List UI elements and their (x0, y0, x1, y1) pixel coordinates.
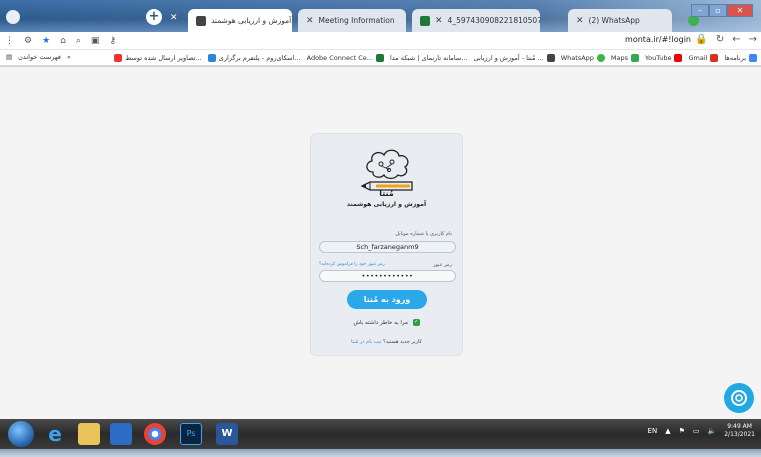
tab-title: 4_5974309082218105075.pdf (447, 16, 540, 25)
start-button[interactable] (8, 421, 34, 447)
bookmark-maps[interactable]: Maps (611, 53, 640, 62)
bookmark-favicon-icon (546, 53, 555, 62)
apps-grid-icon (749, 53, 757, 62)
window-controls: – ▫ ✕ (691, 4, 753, 17)
tab-pdf[interactable]: ✕ 4_5974309082218105075.pdf (412, 9, 540, 32)
clock[interactable]: 9:49 AM 2/13/2021 (724, 423, 755, 439)
register-prompt: کاربر جدید هستید؟ ثبت نام در مُنتا (311, 339, 462, 345)
register-text: کاربر جدید هستید؟ (383, 339, 422, 345)
tab-whatsapp[interactable]: ✕ (2) WhatsApp (568, 9, 672, 32)
tab-title: مُنتا - آموزش و ارزیابی هوشمند (211, 16, 292, 25)
bookmark-item[interactable]: سامانه تارنمای | شبکه مدا... (390, 54, 468, 62)
bookmark-apps[interactable]: برنامه‌ها (724, 53, 757, 62)
bookmark-favicon-icon (114, 53, 123, 62)
maximize-button[interactable]: ▫ (709, 4, 727, 17)
username-field[interactable]: Sch_farzaneganm9 (319, 241, 456, 253)
word-icon[interactable]: W (216, 423, 238, 445)
star-icon[interactable]: ★ (42, 36, 50, 46)
explorer-icon[interactable] (78, 423, 100, 445)
bookmark-item[interactable]: مُنتا - آموزش و ارزیابی ... (474, 53, 555, 62)
bookmark-gmail[interactable]: Gmail (688, 53, 719, 62)
key-icon[interactable]: ⚷ (109, 36, 116, 46)
flag-icon[interactable]: ⚑ (679, 427, 685, 435)
remember-label: مرا به خاطر داشته باش (353, 320, 408, 326)
tab-search-icon[interactable]: ▣ (91, 36, 100, 46)
window-close-button[interactable]: ✕ (727, 4, 753, 17)
password-label: رمز عبور (433, 262, 452, 268)
page-content: مُنتا آموزش و ارزیابی هوشمند نام کاربری … (0, 67, 761, 419)
maps-icon (631, 53, 640, 62)
close-icon[interactable]: ✕ (576, 16, 584, 26)
window-reflection (0, 449, 761, 457)
register-link[interactable]: ثبت نام در مُنتا (351, 339, 381, 345)
ie-icon[interactable]: e (44, 423, 66, 445)
username-label: نام کاربری یا شماره موبایل (395, 231, 452, 237)
system-tray: EN ▲ ⚑ ▭ 🔈 9:49 AM 2/13/2021 (648, 423, 755, 439)
chat-help-button[interactable] (724, 383, 754, 413)
zoom-icon[interactable]: ⌕ (76, 36, 81, 46)
bookmark-youtube[interactable]: YouTube (645, 53, 683, 62)
minimize-button[interactable]: – (691, 4, 709, 17)
profile-avatar[interactable] (6, 10, 20, 24)
tab-monta[interactable]: مُنتا - آموزش و ارزیابی هوشمند (188, 9, 292, 32)
more-bookmarks-icon[interactable]: « (67, 53, 71, 61)
remember-me[interactable]: مرا به خاطر داشته باش ✓ (311, 319, 462, 326)
reload-icon[interactable]: ↻ (716, 34, 724, 45)
gmail-icon (710, 53, 719, 62)
close-icon[interactable]: ✕ (306, 16, 314, 26)
reading-list[interactable]: فهرست خواندن (18, 53, 61, 61)
back-icon[interactable]: ← (732, 34, 740, 45)
checkbox-checked-icon[interactable]: ✓ (412, 319, 420, 326)
chat-icon (731, 390, 747, 406)
language-indicator[interactable]: EN (648, 427, 658, 435)
whatsapp-icon (596, 53, 605, 62)
show-hidden-icon[interactable]: ▲ (665, 427, 670, 435)
new-tab-button[interactable]: + (146, 9, 162, 25)
file-icon (420, 15, 430, 26)
address-bar: ⋮ ⚙ ★ ⌂ ⌕ ▣ ⚷ monta.ir/#!login 🔒 ↻ ← → (0, 32, 761, 50)
bookmark-item[interactable]: اسکای‌روم - پلتفرم برگزاری... (207, 53, 301, 62)
lock-icon[interactable]: 🔒 (695, 34, 707, 45)
bookmark-favicon-icon (375, 53, 384, 62)
login-card: مُنتا آموزش و ارزیابی هوشمند نام کاربری … (310, 133, 463, 356)
chrome-icon[interactable] (144, 423, 166, 445)
tab-title: (2) WhatsApp (588, 16, 640, 25)
login-button[interactable]: ورود به مُنتا (347, 290, 427, 309)
media-player-icon[interactable] (110, 423, 132, 445)
close-icon[interactable]: ✕ (435, 16, 443, 26)
install-icon[interactable]: ⌂ (60, 36, 66, 46)
photoshop-icon[interactable]: Ps (180, 423, 202, 445)
bookmarks-bar: ▤ فهرست خواندن « تصاویر ارسال شده توسط..… (0, 50, 761, 66)
youtube-icon (674, 53, 683, 62)
tab-meeting-info[interactable]: ✕ Meeting Information (298, 9, 406, 32)
clock-date: 2/13/2021 (724, 431, 755, 438)
clock-time: 9:49 AM (727, 423, 752, 430)
taskbar: e Ps W EN ▲ ⚑ ▭ 🔈 9:49 AM 2/13/2021 (0, 419, 761, 449)
brand-subtitle: آموزش و ارزیابی هوشمند (346, 201, 427, 208)
close-icon[interactable]: ✕ (170, 13, 178, 23)
bookmark-item[interactable]: تصاویر ارسال شده توسط... (114, 53, 202, 62)
forgot-password-link[interactable]: رمز عبور خود را فراموش کرده‌اید؟ (319, 262, 385, 267)
bookmark-favicon-icon (207, 53, 216, 62)
monta-logo-icon (360, 149, 413, 191)
menu-icon[interactable]: ⋮ (5, 36, 14, 46)
bookmark-item[interactable]: Adobe Connect Ce... (307, 53, 384, 62)
tab-title: Meeting Information (318, 16, 395, 25)
url-field[interactable]: monta.ir/#!login (625, 35, 691, 44)
extensions-icon[interactable]: ⚙ (24, 36, 32, 46)
monta-favicon-icon (196, 15, 206, 26)
bookmark-whatsapp[interactable]: WhatsApp (561, 53, 605, 62)
brand-name: مُنتا (379, 189, 394, 198)
forward-icon[interactable]: → (749, 34, 757, 45)
reading-list-icon[interactable]: ▤ (6, 53, 12, 61)
volume-icon[interactable]: 🔈 (708, 427, 717, 435)
password-field[interactable]: •••••••••••• (319, 270, 456, 282)
network-icon[interactable]: ▭ (693, 427, 700, 435)
tab-strip: + ✕ مُنتا - آموزش و ارزیابی هوشمند ✕ Mee… (0, 0, 761, 32)
